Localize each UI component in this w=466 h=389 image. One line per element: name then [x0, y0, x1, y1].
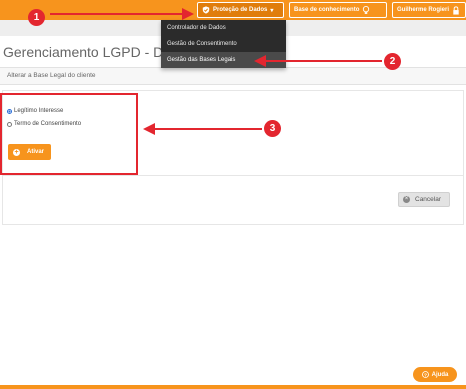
annotation-badge-3: 3 [264, 120, 281, 137]
annotation-badge-2: 2 [384, 53, 401, 70]
annotation-badge-1: 1 [28, 9, 45, 26]
